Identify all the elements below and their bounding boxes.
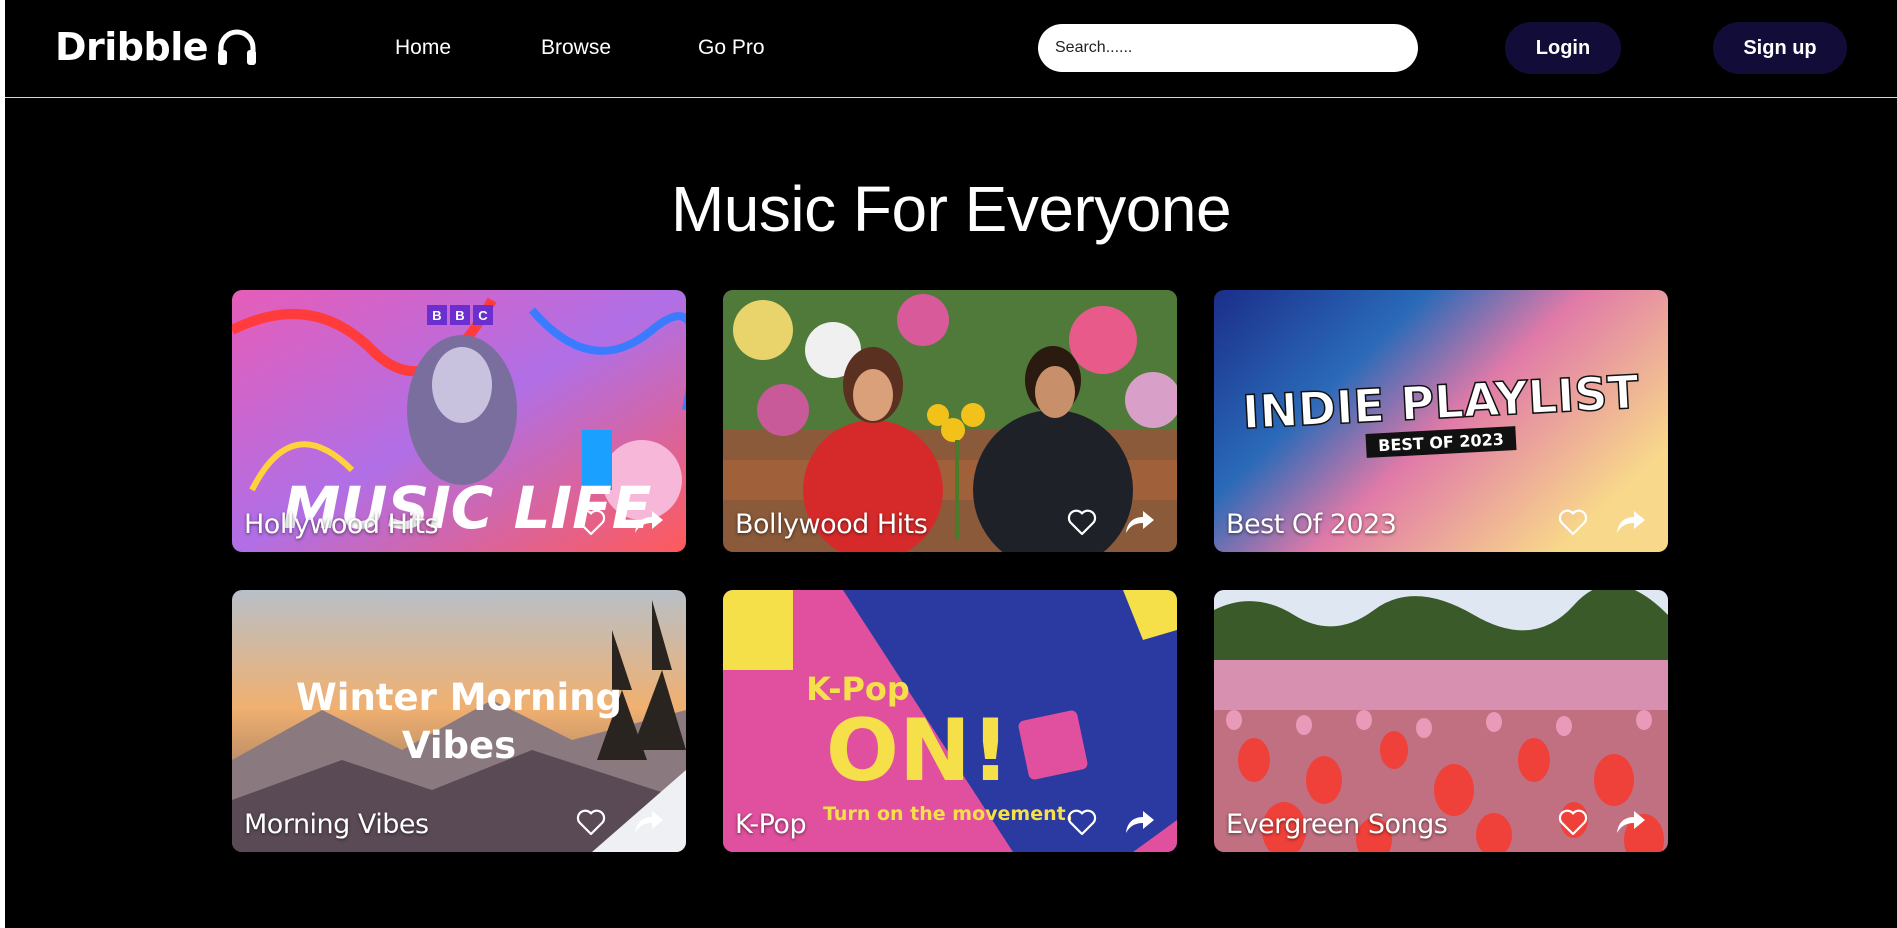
heart-icon[interactable] (1067, 809, 1097, 836)
playlist-card-morning-vibes[interactable]: Winter Morning Vibes Morning Vibes (232, 590, 686, 852)
heart-icon[interactable] (1558, 809, 1588, 836)
heart-icon[interactable] (576, 509, 606, 536)
playlist-card-kpop[interactable]: K-Pop ON! Turn on the movement. K-Pop (723, 590, 1177, 852)
share-arrow-icon[interactable] (634, 510, 664, 534)
playlist-card-hollywood[interactable]: B B C MUSIC LIFE Hollywood Hits (232, 290, 686, 552)
playlist-card-best-of-2023[interactable]: INDIE PLAYLIST BEST OF 2023 Best Of 2023 (1214, 290, 1668, 552)
signup-button[interactable]: Sign up (1713, 22, 1847, 74)
share-arrow-icon[interactable] (1125, 810, 1155, 834)
top-navbar: Dribble Home Browse Go Pro Login Sign up (5, 0, 1897, 98)
card-title: Bollywood Hits (735, 509, 928, 540)
app-frame: Dribble Home Browse Go Pro Login Sign up… (5, 0, 1897, 928)
logo[interactable]: Dribble (55, 22, 258, 72)
svg-text:B: B (455, 308, 464, 323)
art-text-line-2: Vibes (401, 724, 517, 767)
art-text-line-1: Winter Morning (295, 676, 623, 719)
art-text-on: ON! (826, 701, 1010, 801)
heart-icon[interactable] (1558, 509, 1588, 536)
search-input[interactable] (1038, 24, 1418, 72)
card-title: Evergreen Songs (1226, 809, 1448, 840)
share-arrow-icon[interactable] (634, 810, 664, 834)
share-arrow-icon[interactable] (1616, 510, 1646, 534)
nav-go-pro-link[interactable]: Go Pro (698, 36, 765, 60)
logo-text: Dribble (55, 25, 209, 69)
login-button[interactable]: Login (1505, 22, 1621, 74)
headphones-icon (218, 29, 257, 65)
art-text-tagline: Turn on the movement. (823, 803, 1073, 825)
heart-icon[interactable] (1067, 509, 1097, 536)
card-title: Hollywood Hits (244, 509, 439, 540)
art-text-winter-morning-vibes: Winter Morning Vibes (232, 674, 686, 770)
card-title: Morning Vibes (244, 809, 429, 840)
playlist-card-bollywood[interactable]: Bollywood Hits (723, 290, 1177, 552)
nav-home-link[interactable]: Home (395, 36, 451, 60)
card-title: K-Pop (735, 809, 807, 840)
heart-icon[interactable] (576, 809, 606, 836)
page-title: Music For Everyone (670, 173, 1232, 245)
svg-text:B: B (432, 308, 441, 323)
playlist-card-evergreen-songs[interactable]: Evergreen Songs (1214, 590, 1668, 852)
share-arrow-icon[interactable] (1125, 510, 1155, 534)
svg-text:C: C (478, 308, 488, 323)
share-arrow-icon[interactable] (1616, 810, 1646, 834)
nav-browse-link[interactable]: Browse (541, 36, 611, 60)
card-title: Best Of 2023 (1226, 509, 1397, 540)
